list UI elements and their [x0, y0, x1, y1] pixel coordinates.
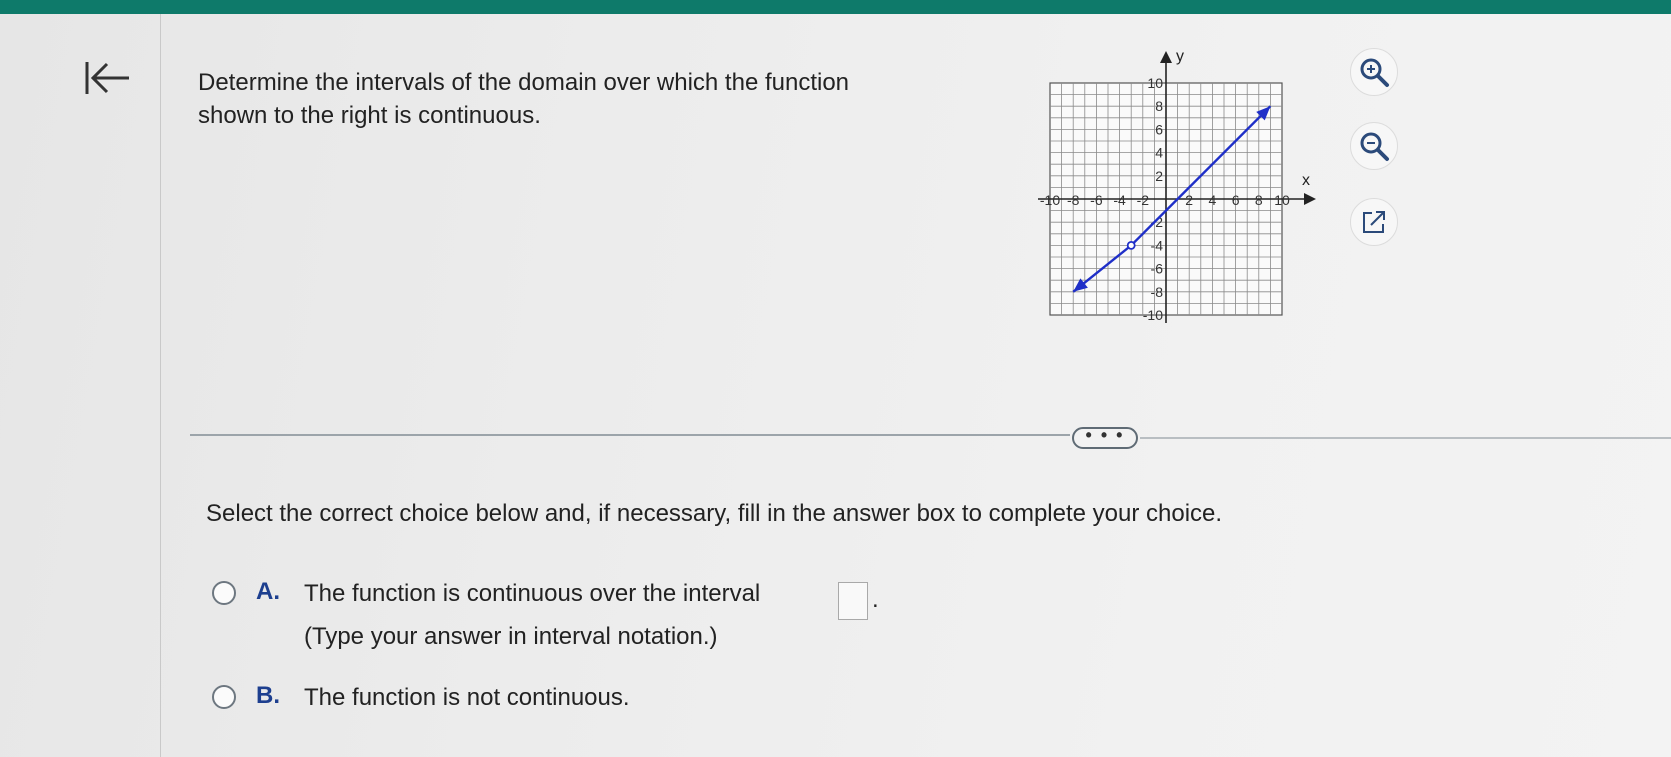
x-tick-label: 4	[1209, 192, 1217, 208]
back-to-start-button[interactable]	[80, 56, 136, 100]
zoom-in-button[interactable]	[1350, 48, 1398, 96]
x-tick-label: -8	[1067, 192, 1080, 208]
y-tick-label: -6	[1151, 261, 1164, 277]
x-tick-label: 8	[1255, 192, 1263, 208]
function-graph: xy -10 -8 -6 -4 -2 2 4 6 8 10108642-2-4-6-8-10	[1038, 48, 1316, 323]
y-axis-label: y	[1176, 48, 1184, 65]
y-tick-label: 4	[1155, 145, 1163, 161]
x-tick-label: 2	[1185, 192, 1193, 208]
choice-b-text: The function is not continuous.	[304, 684, 630, 711]
left-rail-divider	[160, 14, 161, 757]
x-tick-label: -6	[1090, 192, 1103, 208]
y-tick-label: -4	[1151, 237, 1164, 253]
x-tick-label: -10	[1040, 192, 1060, 208]
popout-button[interactable]	[1350, 198, 1398, 246]
choice-a-radio[interactable]	[212, 581, 236, 605]
x-axis-label: x	[1302, 172, 1310, 189]
x-tick-label: 10	[1274, 192, 1290, 208]
choice-a-hint: (Type your answer in interval notation.)	[304, 623, 718, 650]
zoom-in-icon	[1360, 58, 1389, 87]
x-axis-arrow	[1304, 193, 1316, 205]
choice-a[interactable]: A. The function is continuous over the i…	[212, 578, 892, 658]
more-options-button[interactable]: • • •	[1072, 426, 1138, 449]
zoom-out-button[interactable]	[1350, 122, 1398, 170]
x-tick-label: -2	[1137, 192, 1150, 208]
answer-input[interactable]	[838, 582, 868, 620]
choice-a-text: The function is continuous over the inte…	[304, 580, 761, 607]
question-text: Determine the intervals of the domain ov…	[198, 66, 978, 132]
choice-b[interactable]: B. The function is not continuous.	[212, 682, 692, 714]
instruction-text: Select the correct choice below and, if …	[206, 500, 1223, 527]
choice-b-letter: B.	[256, 682, 280, 709]
y-tick-label: -8	[1151, 284, 1164, 300]
section-divider-right	[1140, 437, 1671, 439]
x-tick-label: 6	[1232, 192, 1240, 208]
y-axis-arrow	[1160, 51, 1172, 63]
choice-a-letter: A.	[256, 578, 280, 605]
top-bar	[0, 0, 1671, 14]
back-to-start-icon	[85, 62, 129, 94]
section-divider-left	[190, 434, 1070, 436]
zoom-out-icon	[1360, 132, 1389, 161]
question-line-1: Determine the intervals of the domain ov…	[198, 69, 850, 96]
answer-period: .	[872, 586, 879, 613]
x-tick-label: -4	[1113, 192, 1126, 208]
question-line-2: shown to the right is continuous.	[198, 102, 541, 129]
y-tick-label: 6	[1155, 121, 1163, 137]
y-tick-label: -10	[1143, 307, 1163, 323]
popout-icon	[1363, 211, 1385, 233]
y-tick-label: 10	[1147, 75, 1163, 91]
y-tick-label: 2	[1155, 168, 1163, 184]
y-tick-label: 8	[1155, 98, 1163, 114]
choice-b-radio[interactable]	[212, 685, 236, 709]
open-point	[1126, 240, 1136, 250]
